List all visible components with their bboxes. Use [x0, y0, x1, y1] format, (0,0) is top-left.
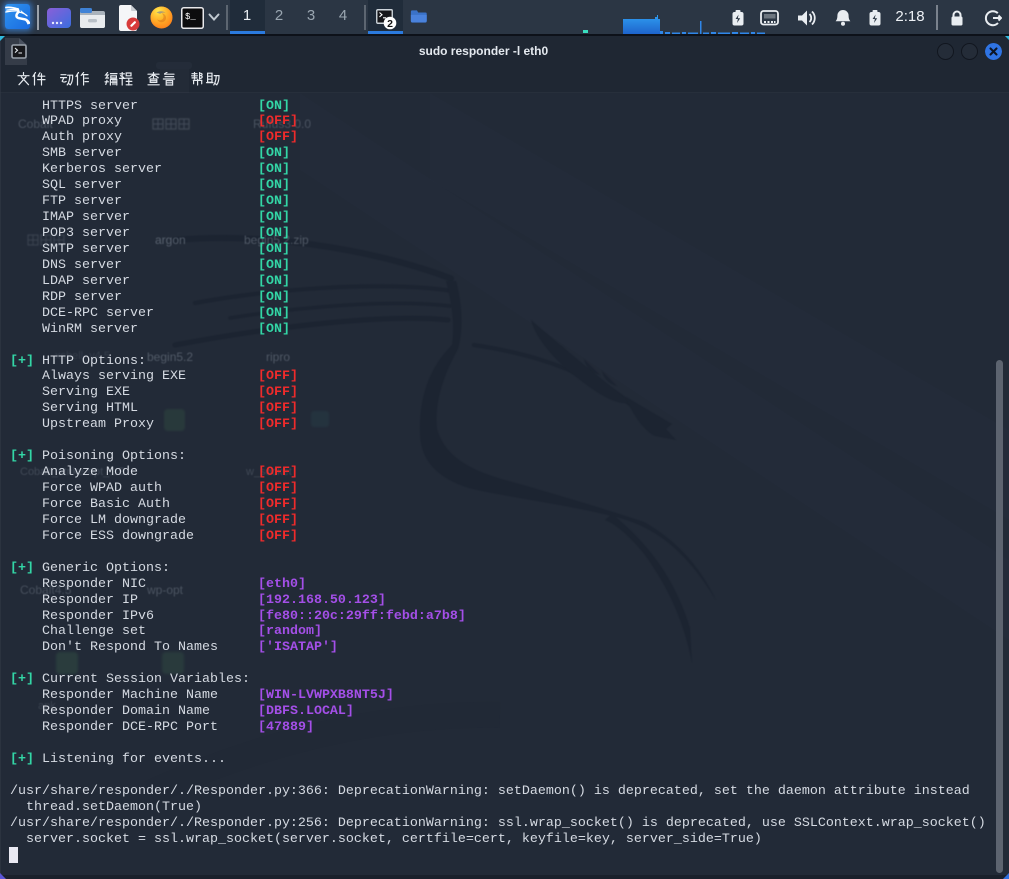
svg-text:2: 2 — [387, 18, 393, 30]
svg-text:$_: $_ — [185, 12, 196, 22]
